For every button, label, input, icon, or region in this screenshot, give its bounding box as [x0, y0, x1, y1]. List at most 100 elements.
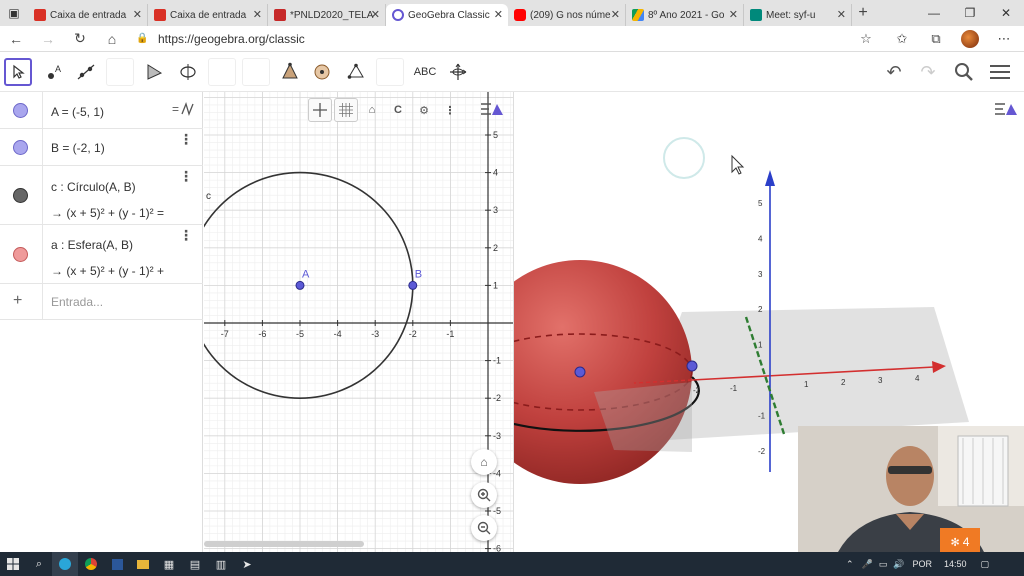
hamburger-menu-icon[interactable]: [986, 58, 1014, 86]
pyramid-tool-icon[interactable]: [276, 58, 304, 86]
profile-avatar[interactable]: [956, 26, 984, 52]
folder-icon[interactable]: [130, 552, 156, 576]
perpendicular-tool-icon[interactable]: [106, 58, 134, 86]
calculator-icon[interactable]: ▦: [156, 552, 182, 576]
restore-icon[interactable]: ❐: [952, 0, 988, 26]
undo-icon[interactable]: ↶: [880, 58, 908, 86]
browser-tab[interactable]: Caixa de entrada ✕: [28, 4, 148, 26]
more-vert-icon[interactable]: ⋮: [179, 168, 193, 185]
algebra-input-row[interactable]: + Entrada...: [0, 284, 203, 320]
algebra-row-B[interactable]: B = (-2, 1) ⋮: [0, 129, 203, 166]
view-menu-icon[interactable]: [480, 100, 504, 123]
terminal-icon[interactable]: ➤: [234, 552, 260, 576]
algebra-input[interactable]: Entrada...: [51, 295, 103, 309]
polygon-tool-icon[interactable]: [140, 58, 168, 86]
reload-icon[interactable]: ↻: [64, 26, 96, 52]
close-icon[interactable]: ✕: [371, 8, 380, 21]
point-capture-icon[interactable]: C: [386, 98, 410, 122]
point-A[interactable]: [295, 280, 305, 290]
close-icon[interactable]: ✕: [729, 8, 738, 21]
url-field[interactable]: 🔒 https://geogebra.org/classic: [136, 29, 836, 49]
store-icon[interactable]: ▤: [182, 552, 208, 576]
tab-actions-icon[interactable]: ▣: [0, 0, 28, 26]
geogebra-icon: [392, 9, 404, 21]
graphics-view-2d[interactable]: -8-7-6-5-4-3-2-154321-1-2-3-4-5-6cAB ⌂ C…: [204, 92, 513, 552]
point-A-3d[interactable]: [574, 366, 586, 378]
move-graphics-tool-icon[interactable]: [444, 58, 472, 86]
axes-toggle-icon[interactable]: [308, 98, 332, 122]
browser-tab[interactable]: Meet: syf-u ✕: [744, 4, 852, 26]
more-vert-icon[interactable]: ⋮: [179, 227, 193, 244]
redo-icon[interactable]: ↷: [914, 58, 942, 86]
word-icon[interactable]: [104, 552, 130, 576]
close-icon[interactable]: ✕: [253, 8, 262, 21]
graphics-canvas[interactable]: -8-7-6-5-4-3-2-154321-1-2-3-4-5-6cAB: [204, 92, 513, 552]
search-icon[interactable]: ⌕: [26, 552, 52, 576]
visibility-toggle-a[interactable]: [13, 247, 28, 262]
search-icon[interactable]: [950, 58, 978, 86]
definition-A: A = (-5, 1): [51, 105, 105, 119]
chevron-up-icon[interactable]: ⌃: [846, 559, 854, 570]
clock[interactable]: 14:50: [944, 559, 967, 569]
volume-icon[interactable]: 🔊: [893, 559, 904, 570]
chrome-icon[interactable]: [78, 552, 104, 576]
close-icon[interactable]: ✕: [837, 8, 846, 21]
more-vert-icon[interactable]: ⋮: [179, 131, 193, 148]
browser-tab[interactable]: *PNLD2020_TELA ✕: [268, 4, 386, 26]
tab-label: Meet: syf-u: [766, 9, 816, 21]
horizontal-scrollbar[interactable]: [204, 541, 364, 547]
text-tool-icon[interactable]: ABC: [410, 58, 440, 86]
point-B[interactable]: [408, 280, 418, 290]
visibility-toggle-c[interactable]: [13, 188, 28, 203]
standard-view-home-icon[interactable]: ⌂: [471, 449, 497, 475]
new-tab-plus-icon[interactable]: +: [852, 4, 874, 22]
zoom-out-icon[interactable]: [471, 515, 497, 541]
minimize-icon[interactable]: —: [916, 0, 952, 26]
browser-tab[interactable]: 8º Ano 2021 - Go ✕: [626, 4, 744, 26]
sphere-tool-icon[interactable]: [308, 58, 336, 86]
point-B-3d[interactable]: [686, 360, 698, 372]
point-tool-icon[interactable]: A: [40, 58, 68, 86]
language-indicator[interactable]: POR: [913, 559, 933, 569]
collections-icon[interactable]: ⧉: [922, 26, 950, 52]
more-vert-icon[interactable]: ⋮: [438, 98, 462, 122]
algebra-row-a[interactable]: a : Esfera(A, B) → (x + 5)² + (y - 1)² +…: [0, 225, 203, 284]
visibility-toggle-A[interactable]: [13, 103, 28, 118]
back-arrow-icon[interactable]: ←: [0, 26, 32, 52]
microphone-icon[interactable]: 🎤: [862, 559, 873, 570]
network-icon[interactable]: ▭: [879, 559, 888, 570]
notifications-icon[interactable]: ▢: [981, 559, 990, 570]
view-menu-3d-icon[interactable]: [994, 100, 1018, 123]
algebra-row-A[interactable]: A = (-5, 1): [0, 92, 203, 129]
standard-view-icon[interactable]: ⌂: [360, 98, 384, 122]
browser-tab[interactable]: Caixa de entrada ✕: [148, 4, 268, 26]
forward-arrow-icon[interactable]: →: [32, 26, 64, 52]
point-A-label: A: [302, 268, 310, 280]
home-icon[interactable]: ⌂: [96, 26, 128, 52]
favorites-list-icon[interactable]: ✩: [888, 26, 916, 52]
line-tool-icon[interactable]: [72, 58, 100, 86]
edge-browser-icon[interactable]: [52, 552, 78, 576]
more-menu-icon[interactable]: ⋯: [990, 26, 1018, 52]
visibility-toggle-B[interactable]: [13, 140, 28, 155]
browser-tab-active[interactable]: GeoGebra Classic ✕: [386, 4, 508, 26]
browser-tab[interactable]: (209) G nos núme ✕: [508, 4, 626, 26]
plane-tool-icon[interactable]: [342, 58, 370, 86]
zoom-in-icon[interactable]: [471, 482, 497, 508]
windows-start-icon[interactable]: [0, 552, 26, 576]
close-icon[interactable]: ✕: [133, 8, 142, 21]
app-icon[interactable]: ▥: [208, 552, 234, 576]
grid-toggle-icon[interactable]: [334, 98, 358, 122]
circle-tool-icon[interactable]: [174, 58, 202, 86]
plus-icon[interactable]: +: [13, 292, 22, 310]
conic-tool-icon[interactable]: [208, 58, 236, 86]
measure-tool-icon[interactable]: [242, 58, 270, 86]
rotate-view-tool-icon[interactable]: [376, 58, 404, 86]
close-icon[interactable]: ✕: [611, 8, 620, 21]
window-close-icon[interactable]: ✕: [988, 0, 1024, 26]
move-tool-icon[interactable]: [4, 58, 32, 86]
settings-gear-icon[interactable]: ⚙: [412, 98, 436, 122]
close-icon[interactable]: ✕: [494, 8, 503, 21]
favorite-star-icon[interactable]: ☆: [852, 26, 880, 52]
algebra-row-c[interactable]: c : Círculo(A, B) → (x + 5)² + (y - 1)² …: [0, 166, 203, 225]
